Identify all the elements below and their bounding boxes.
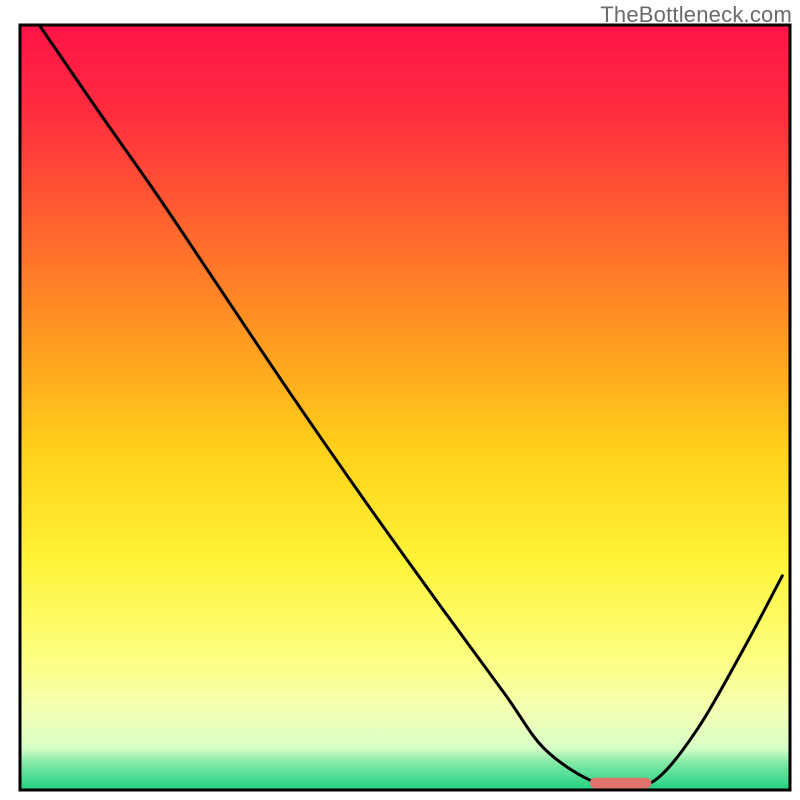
optimal-marker [590,778,652,789]
gradient-panel [20,25,790,790]
watermark-text: TheBottleneck.com [600,2,792,28]
bottleneck-chart [0,0,800,800]
chart-stage: TheBottleneck.com [0,0,800,800]
